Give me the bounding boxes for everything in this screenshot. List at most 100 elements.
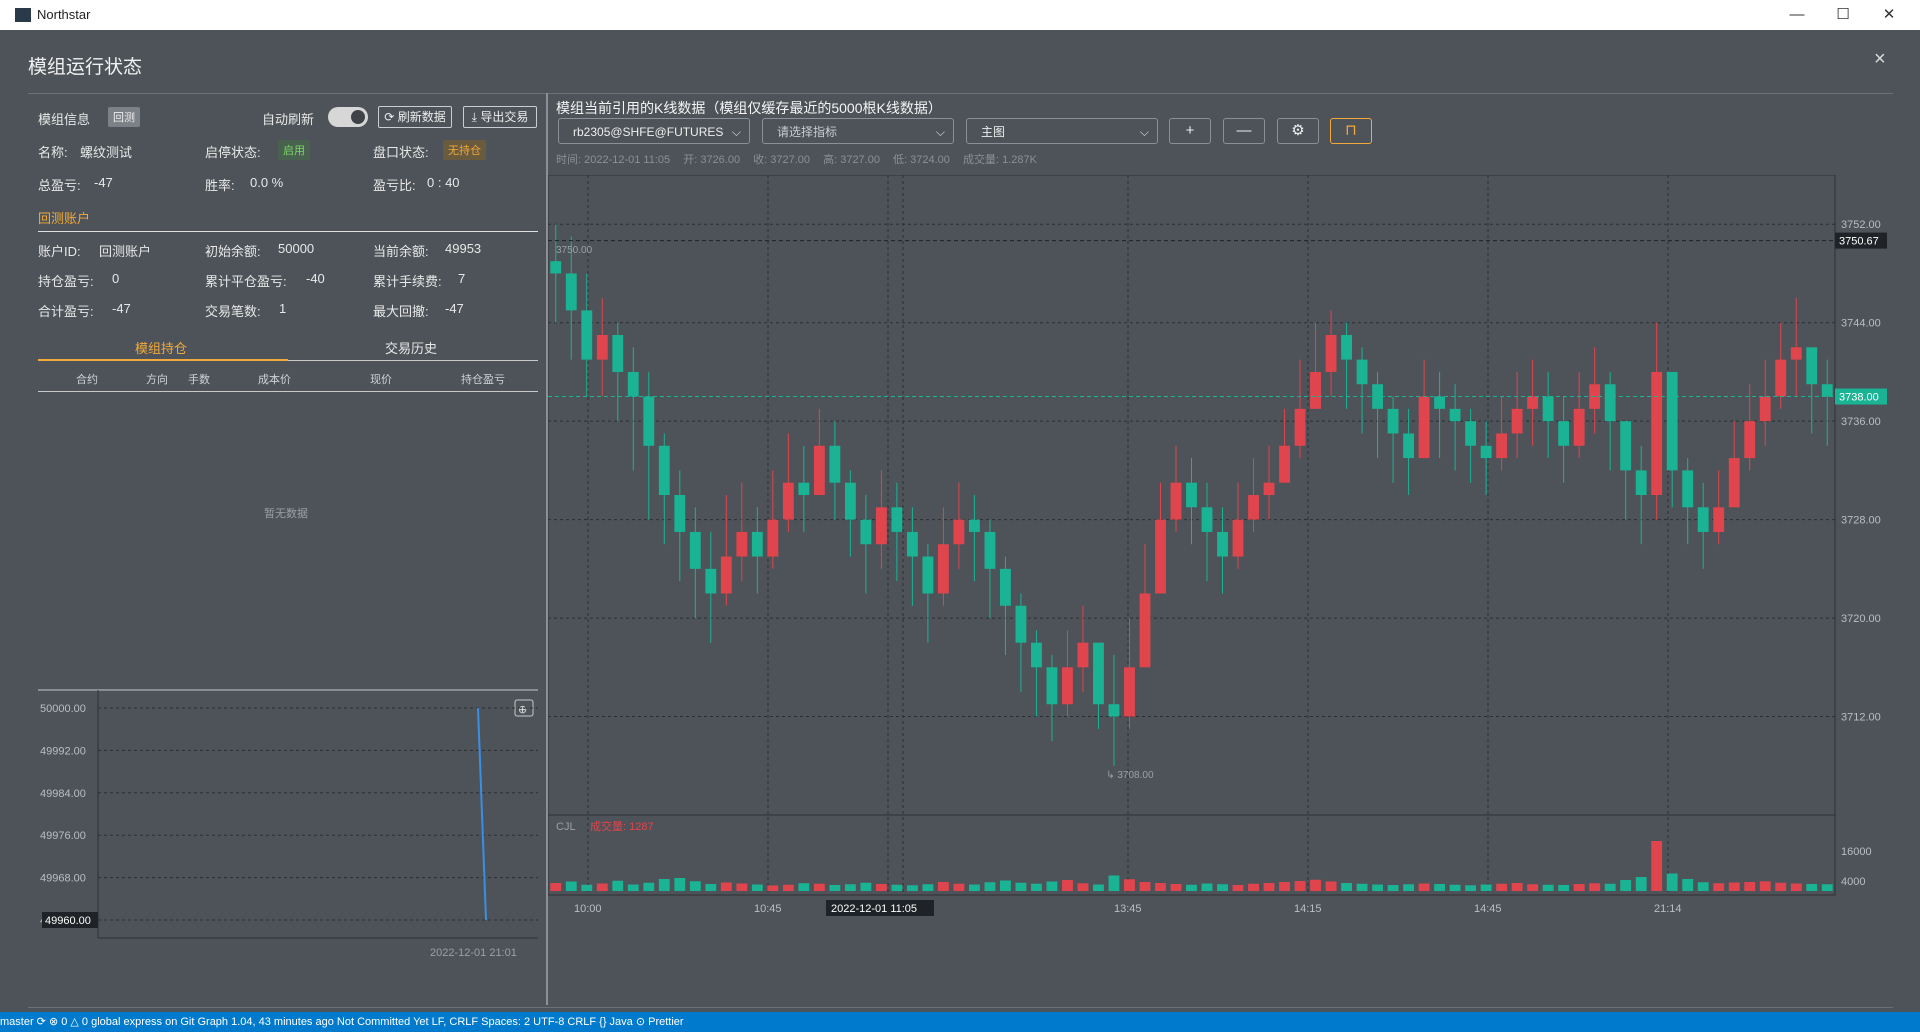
candle-body (1418, 396, 1430, 459)
candle-body (1217, 531, 1228, 557)
status-text: master ⟳ ⊗ 0 △ 0 global express on Git G… (0, 1016, 684, 1028)
volume-bar (1728, 882, 1740, 891)
time-tick-label: 10:45 (754, 903, 782, 915)
volume-bar (1465, 885, 1477, 891)
volume-bar (953, 883, 965, 891)
tab-backtest-account[interactable]: 回测账户 (38, 208, 90, 227)
candle-body (875, 507, 887, 545)
volume-bar (1155, 883, 1166, 891)
close-window-button[interactable]: ✕ (1866, 0, 1912, 30)
volume-bar (612, 880, 624, 891)
volume-bar (875, 884, 887, 891)
name-label: 名称: (38, 145, 68, 160)
volume-bar (1713, 883, 1725, 891)
volume-bar (1186, 884, 1197, 891)
export-trades-button[interactable]: ⤓ 导出交易 (463, 106, 537, 128)
contract-select[interactable]: rb2305@SHFE@FUTURES ⌵ (558, 118, 750, 144)
auto-refresh-toggle[interactable] (328, 107, 368, 127)
candle-body (1744, 421, 1756, 459)
tab-module-positions[interactable]: 模组持仓 (135, 338, 187, 357)
volume-bar (581, 884, 593, 891)
candle-body (906, 531, 918, 557)
candle-body (1093, 642, 1104, 705)
candle-body (1620, 421, 1632, 471)
kline-chart[interactable]: 3752.00 3744.00 3736.00 3728.00 3720.00 3712.… (548, 175, 1895, 945)
candle-body (1325, 335, 1337, 372)
candle-body (1697, 507, 1709, 532)
candle-body (1666, 371, 1678, 471)
sum-pnl-value: -47 (112, 301, 131, 316)
pnl-ratio-value: 0 : 40 (427, 175, 460, 190)
time-tick-label: 13:45 (1114, 903, 1142, 915)
volume-bar (1759, 881, 1771, 891)
pnl-ratio-label: 盈亏比: (373, 178, 416, 193)
volume-bar (1046, 881, 1058, 891)
settings-button[interactable]: ⚙ (1277, 118, 1319, 144)
dialog-close-button[interactable]: × (1874, 48, 1886, 71)
minimize-button[interactable]: — (1774, 0, 1820, 30)
equity-tick-label: 49992.00 (40, 745, 86, 757)
volume-indicator-value: 成交量: 1287 (590, 819, 654, 833)
active-tab-indicator (38, 359, 288, 361)
ohlc-readout: 时间: 2022-12-01 11:05 开: 3726.00 收: 3727.… (556, 151, 1047, 167)
col-direction: 方向 (146, 374, 168, 386)
refresh-data-button[interactable]: ⟳ 刷新数据 (378, 106, 452, 128)
zoom-in-button[interactable]: + (1169, 118, 1211, 144)
volume-bar (1170, 884, 1182, 891)
volume-bar (906, 885, 918, 891)
volume-bar (1573, 884, 1585, 891)
zoom-out-button[interactable]: — (1223, 118, 1265, 144)
volume-bar (550, 883, 562, 891)
candle-body (1263, 482, 1275, 495)
candle-body (720, 556, 732, 594)
candle-body (844, 482, 856, 520)
volume-tick-label: 16000 (1841, 846, 1872, 858)
col-cost-price: 成本价 (258, 374, 291, 386)
volume-bar (1480, 884, 1492, 891)
volume-bar (984, 882, 996, 891)
indicator-select[interactable]: 请选择指标 ⌵ (762, 118, 954, 144)
candle-body (922, 556, 934, 594)
candle-body (1155, 519, 1166, 594)
chart-select[interactable]: 主图 ⌵ (966, 118, 1158, 144)
candle-body (1449, 408, 1461, 422)
candle-body (1806, 347, 1818, 385)
volume-bar (813, 883, 825, 891)
candle-body (984, 531, 996, 569)
candle-body (1046, 667, 1058, 705)
last-price-label: 3738.00 (1839, 392, 1879, 404)
module-info-label: 模组信息 (38, 112, 91, 127)
col-holding-pnl: 持仓盈亏 (461, 374, 505, 386)
chart-select-value: 主图 (981, 125, 1006, 139)
candle-body (627, 371, 639, 397)
indicator-select-placeholder: 请选择指标 (777, 125, 838, 139)
volume-bar (1000, 880, 1011, 891)
total-pnl-value: -47 (94, 175, 113, 190)
pin-button[interactable]: ⊓ (1330, 118, 1372, 144)
price-tick-label: 3712.00 (1841, 712, 1881, 724)
candle-body (550, 261, 562, 274)
equity-tick-label: 49968.00 (40, 873, 86, 885)
crosshair-price-label: 3750.67 (1839, 236, 1879, 248)
refresh-data-label: 刷新数据 (397, 110, 446, 124)
holding-pnl-label: 持仓盈亏: (38, 274, 94, 289)
volume-bar (1201, 883, 1213, 891)
ohlc-time: 时间: 2022-12-01 11:05 (556, 154, 671, 166)
candle-body (1186, 482, 1197, 508)
candle-body (1759, 396, 1771, 422)
volume-bar (829, 885, 841, 891)
volume-bar (1387, 885, 1399, 891)
tab-trade-history[interactable]: 交易历史 (385, 338, 437, 357)
candle-body (891, 507, 903, 532)
price-tick-label: 3720.00 (1841, 613, 1881, 625)
module-status-dialog: 模组运行状态 × 模组信息 回测 自动刷新 ⟳ 刷新数据 ⤓ 导出交易 名称: … (0, 30, 1920, 1022)
footer-divider (28, 1007, 1893, 1008)
candle-body (1573, 408, 1585, 446)
candle-body (968, 519, 980, 532)
maximize-button[interactable]: ☐ (1820, 0, 1866, 30)
volume-bar (767, 885, 779, 891)
candle-body (643, 396, 655, 446)
volume-bar (674, 878, 686, 891)
candle-body (1790, 347, 1802, 360)
table-header-divider (38, 391, 538, 392)
